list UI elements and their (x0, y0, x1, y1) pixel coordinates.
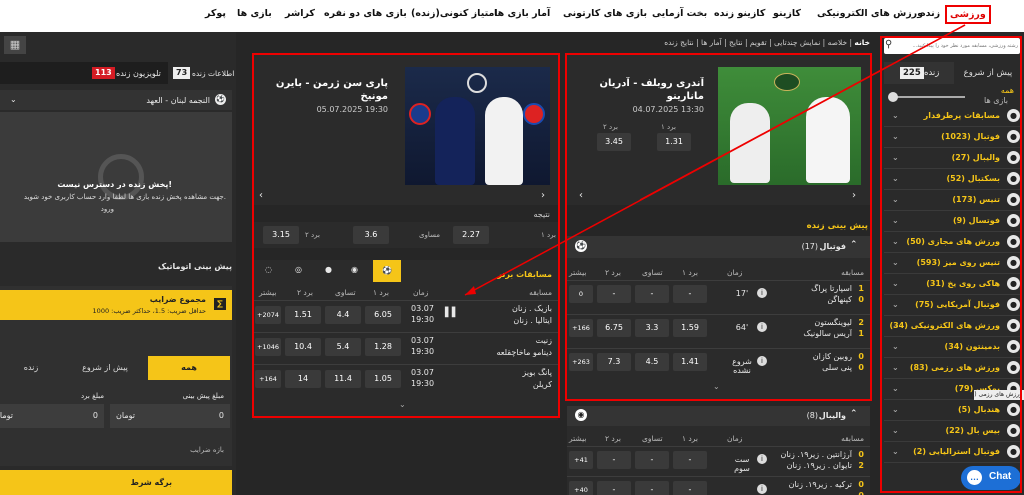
annotation-arrowhead (465, 286, 476, 295)
annotation-arrows (464, 24, 966, 296)
annotation-arrow-2 (464, 24, 966, 296)
